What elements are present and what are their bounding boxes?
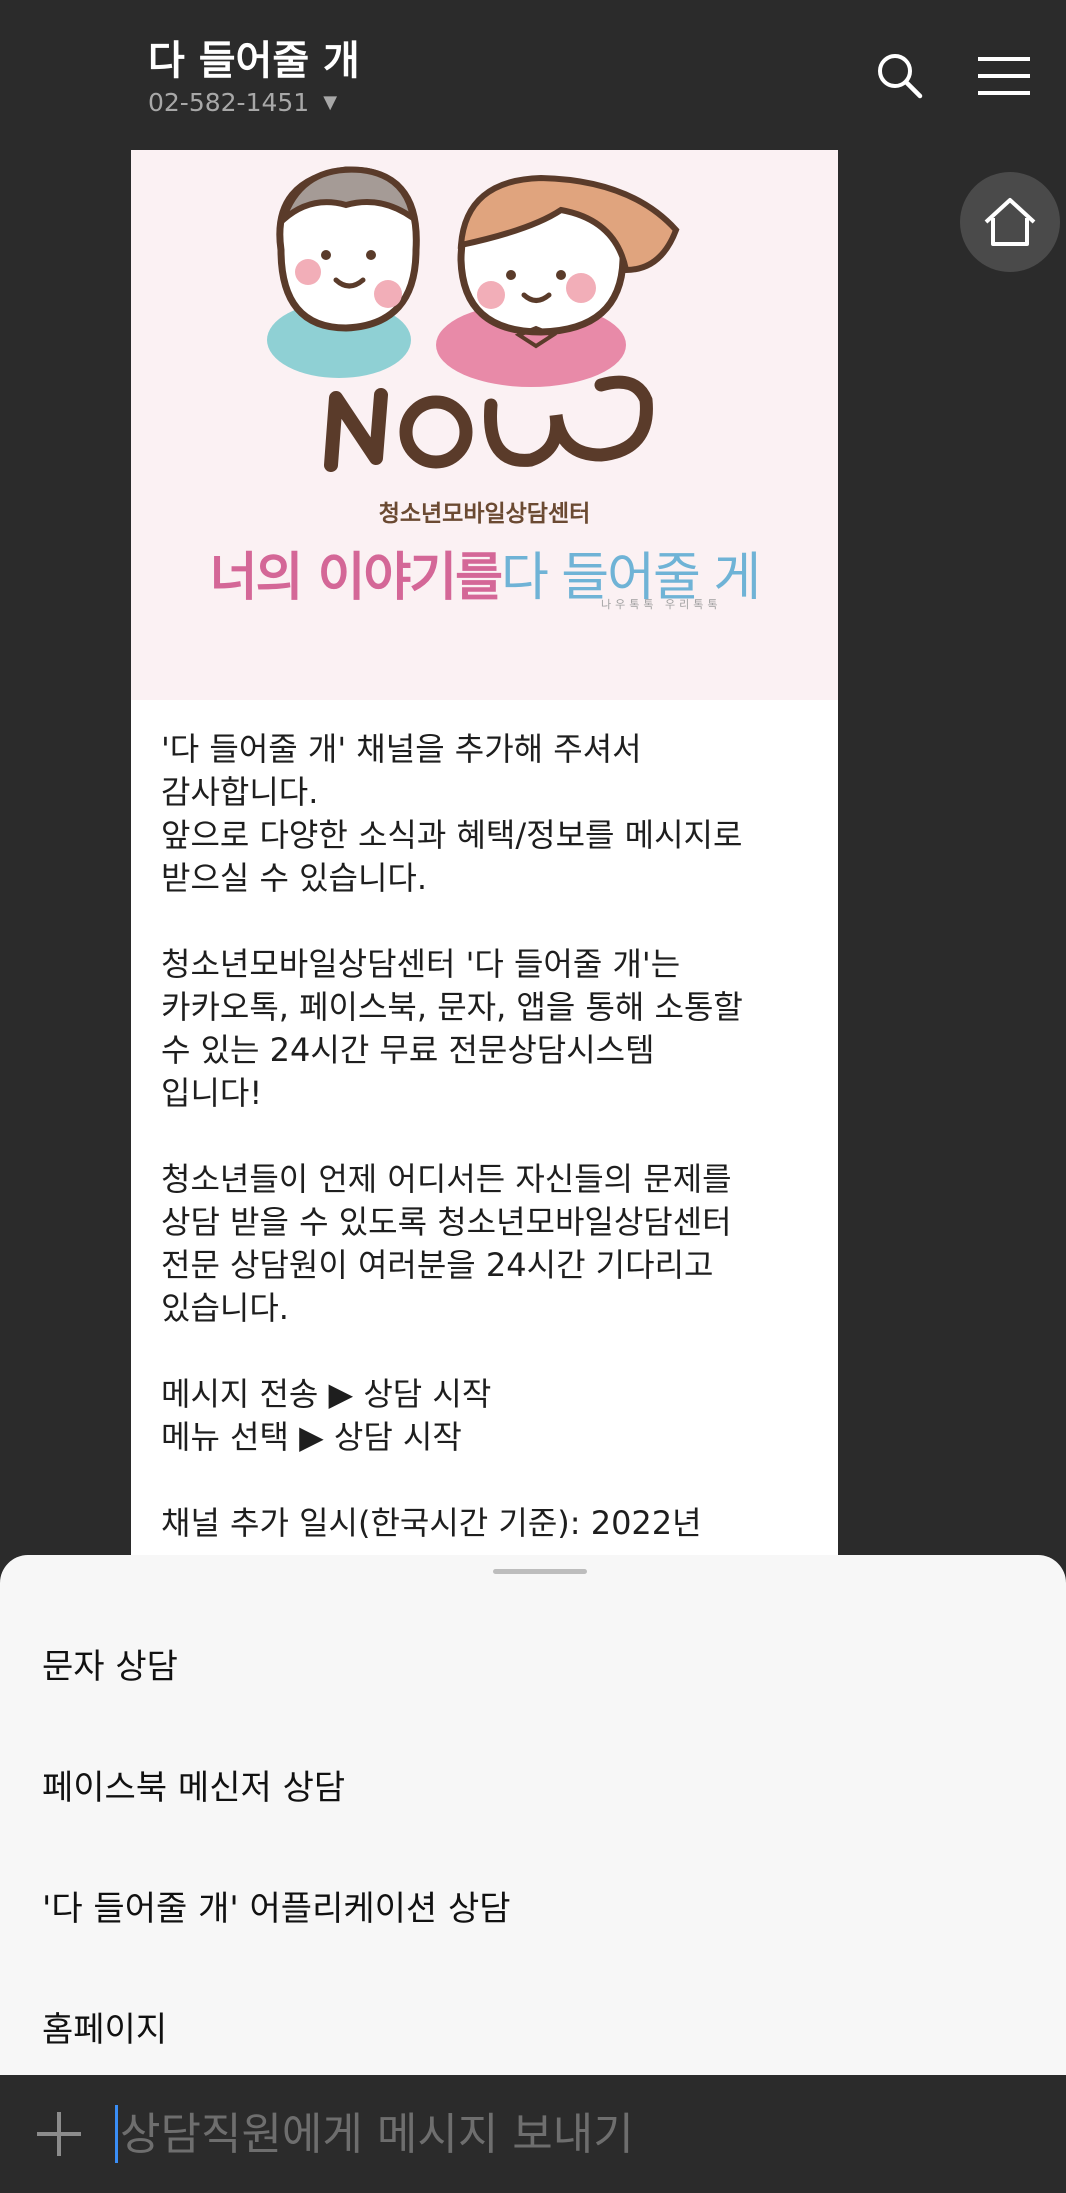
message-input[interactable] xyxy=(120,2097,1020,2171)
banner-slogan: 너의 이야기를다 들어줄 게 xyxy=(131,535,838,610)
sheet-drag-handle[interactable] xyxy=(493,1569,587,1574)
message-paragraph: 채널 추가 일시(한국시간 기준): 2022년 xyxy=(161,1504,702,1542)
chat-header: 다 들어줄 개 02-582-1451 ▼ xyxy=(0,0,1066,150)
caret-down-icon: ▼ xyxy=(323,92,338,113)
phone-number: 02-582-1451 xyxy=(148,88,310,117)
menu-item-homepage[interactable]: 홈페이지 xyxy=(42,2002,167,2051)
message-paragraph: 청소년모바일상담센터 '다 들어줄 개'는 카카오톡, 페이스북, 문자, 앱을… xyxy=(161,945,743,1112)
message-paragraph: 메시지 전송 ▶ 상담 시작 메뉴 선택 ▶ 상담 시작 xyxy=(161,1375,492,1456)
search-button[interactable] xyxy=(868,44,932,108)
message-text: '다 들어줄 개' 채널을 추가해 주셔서 감사합니다. 앞으로 다양한 소식과… xyxy=(161,728,821,1555)
message-input-bar xyxy=(0,2075,1066,2193)
channel-title[interactable]: 다 들어줄 개 xyxy=(148,28,360,86)
welcome-message-card: 청소년모바일상담센터 너의 이야기를다 들어줄 게 나우톡톡 우리톡톡 '다 들… xyxy=(131,150,838,1555)
home-button[interactable] xyxy=(960,172,1060,272)
menu-button[interactable] xyxy=(972,44,1036,108)
plus-icon xyxy=(37,2112,81,2156)
attach-button[interactable] xyxy=(28,2103,90,2165)
message-paragraph: 청소년들이 언제 어디서든 자신들의 문제를 상담 받을 수 있도록 청소년모바… xyxy=(161,1160,732,1327)
text-cursor xyxy=(115,2105,118,2163)
message-paragraph: '다 들어줄 개' 채널을 추가해 주셔서 감사합니다. 앞으로 다양한 소식과… xyxy=(161,730,743,897)
menu-item-sms-counseling[interactable]: 문자 상담 xyxy=(42,1639,178,1688)
hamburger-menu-icon xyxy=(978,57,1030,95)
channel-phone[interactable]: 02-582-1451 ▼ xyxy=(148,88,337,117)
welcome-banner-image: 청소년모바일상담센터 너의 이야기를다 들어줄 게 나우톡톡 우리톡톡 xyxy=(131,150,838,700)
slogan-pink: 너의 이야기를 xyxy=(209,548,503,608)
center-name: 청소년모바일상담센터 xyxy=(378,501,591,527)
search-icon xyxy=(878,54,923,99)
chat-menu-sheet: 문자 상담 페이스북 메신저 상담 '다 들어줄 개' 어플리케이션 상담 홈페… xyxy=(0,1555,1066,2075)
banner-tagline: 나우톡톡 우리톡톡 xyxy=(601,598,722,611)
menu-item-app-counseling[interactable]: '다 들어줄 개' 어플리케이션 상담 xyxy=(42,1881,511,1930)
menu-item-facebook-counseling[interactable]: 페이스북 메신저 상담 xyxy=(42,1760,345,1809)
home-icon xyxy=(984,198,1036,246)
mascot-illustration xyxy=(267,166,680,472)
